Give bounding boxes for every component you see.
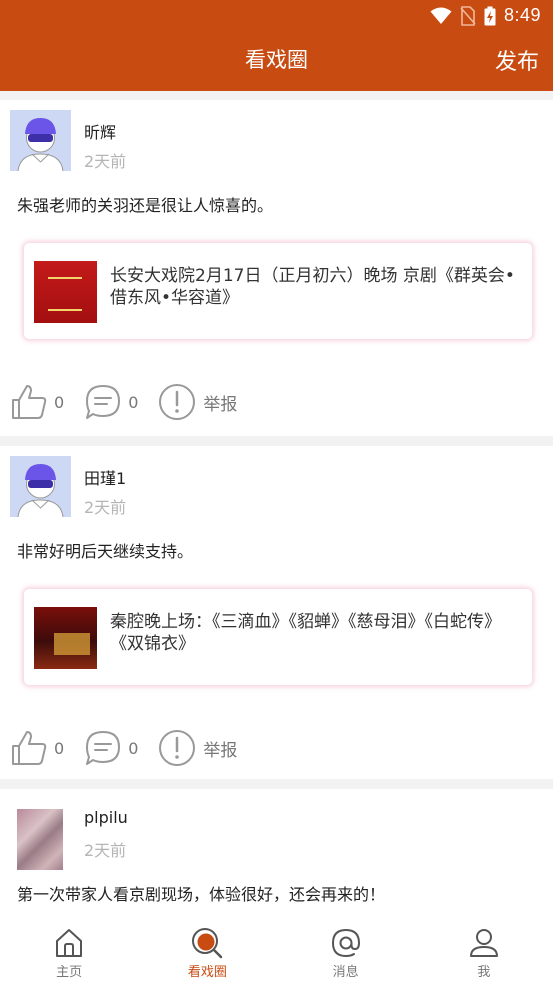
post-timestamp: 2天前 (84, 498, 127, 517)
avatar[interactable] (17, 809, 63, 870)
post-timestamp: 2天前 (84, 841, 127, 860)
comment-button[interactable]: 0 (84, 729, 138, 767)
event-card-title: 秦腔晚上场：《三滴血》《貂蝉》《慈母泪》《白蛇传》《双锦衣》 (110, 612, 501, 654)
comment-button[interactable]: 0 (84, 383, 138, 421)
feed-list: 昕辉 2天前 朱强老师的关羽还是很让人惊喜的。 长安大戏院2月17日（正月初六）… (0, 100, 553, 949)
exclamation-circle-icon (159, 384, 196, 420)
like-button[interactable]: 0 (10, 729, 64, 767)
avatar[interactable] (10, 456, 71, 517)
comment-count: 0 (128, 738, 139, 758)
post-content: 第一次带家人看京剧现场，体验很好，还会再来的！ (17, 885, 386, 904)
post-timestamp: 2天前 (84, 152, 127, 171)
post-actions: 0 0 举报 (10, 382, 237, 422)
thumbs-up-icon (12, 385, 47, 419)
bottom-navigation: 主页 看戏圈 消息 我 (0, 919, 553, 983)
publish-button[interactable]: 发布 (495, 44, 539, 76)
nav-me[interactable]: 我 (415, 919, 553, 983)
event-thumbnail (34, 261, 97, 323)
post-username[interactable]: plpilu (84, 808, 128, 827)
user-icon (469, 929, 498, 957)
event-card[interactable]: 长安大戏院2月17日（正月初六）晚场 京剧《群英会•借东风•华容道》 (23, 242, 533, 340)
battery-charging-icon (484, 6, 496, 25)
at-sign-icon (331, 928, 360, 958)
post-username[interactable]: 田瑾1 (84, 465, 126, 489)
report-button[interactable]: 举报 (158, 729, 237, 767)
home-icon (56, 929, 83, 957)
status-icons: 8:49 (430, 5, 541, 26)
no-sim-icon (460, 5, 476, 26)
report-label: 举报 (203, 740, 238, 761)
like-count: 0 (54, 392, 65, 412)
post-item[interactable]: 田瑾1 2天前 非常好明后天继续支持。 秦腔晚上场：《三滴血》《貂蝉》《慈母泪》… (0, 446, 553, 779)
event-card-title: 长安大戏院2月17日（正月初六）晚场 京剧《群英会•借东风•华容道》 (110, 266, 515, 308)
event-thumbnail (34, 607, 97, 669)
avatar[interactable] (10, 110, 71, 171)
report-button[interactable]: 举报 (158, 383, 237, 421)
event-card[interactable]: 秦腔晚上场：《三滴血》《貂蝉》《慈母泪》《白蛇传》《双锦衣》 (23, 588, 533, 686)
user-avatar-icon (10, 456, 71, 517)
post-content: 非常好明后天继续支持。 (17, 542, 194, 561)
report-label: 举报 (203, 394, 238, 415)
comment-count: 0 (128, 392, 139, 412)
thumbs-up-icon (12, 731, 47, 765)
page-title: 看戏圈 (245, 48, 308, 72)
comment-bubble-icon (86, 731, 121, 765)
status-time: 8:49 (503, 5, 541, 25)
nav-me-label: 我 (477, 965, 491, 980)
comment-bubble-icon (86, 385, 121, 419)
like-count: 0 (54, 738, 65, 758)
post-content: 朱强老师的关羽还是很让人惊喜的。 (17, 196, 274, 215)
nav-messages[interactable]: 消息 (277, 919, 415, 983)
nav-messages-label: 消息 (332, 965, 359, 980)
top-app-bar: 8:49 看戏圈 发布 (0, 0, 553, 91)
exclamation-circle-icon (159, 730, 196, 766)
post-item[interactable]: 昕辉 2天前 朱强老师的关羽还是很让人惊喜的。 长安大戏院2月17日（正月初六）… (0, 100, 553, 436)
nav-circle[interactable]: 看戏圈 (138, 919, 276, 983)
user-avatar-icon (10, 110, 71, 171)
nav-home-label: 主页 (56, 965, 83, 980)
like-button[interactable]: 0 (10, 383, 64, 421)
search-circle-icon (192, 928, 223, 959)
nav-circle-label: 看戏圈 (187, 965, 227, 980)
post-actions: 0 0 举报 (10, 728, 237, 768)
wifi-icon (430, 7, 452, 24)
post-username[interactable]: 昕辉 (84, 119, 116, 143)
nav-home[interactable]: 主页 (0, 919, 138, 983)
status-bar: 8:49 (0, 0, 553, 30)
app-screen: 8:49 看戏圈 发布 昕辉 2天前 朱强老师的关羽还是很让人惊喜的。 长安大戏… (0, 0, 553, 983)
